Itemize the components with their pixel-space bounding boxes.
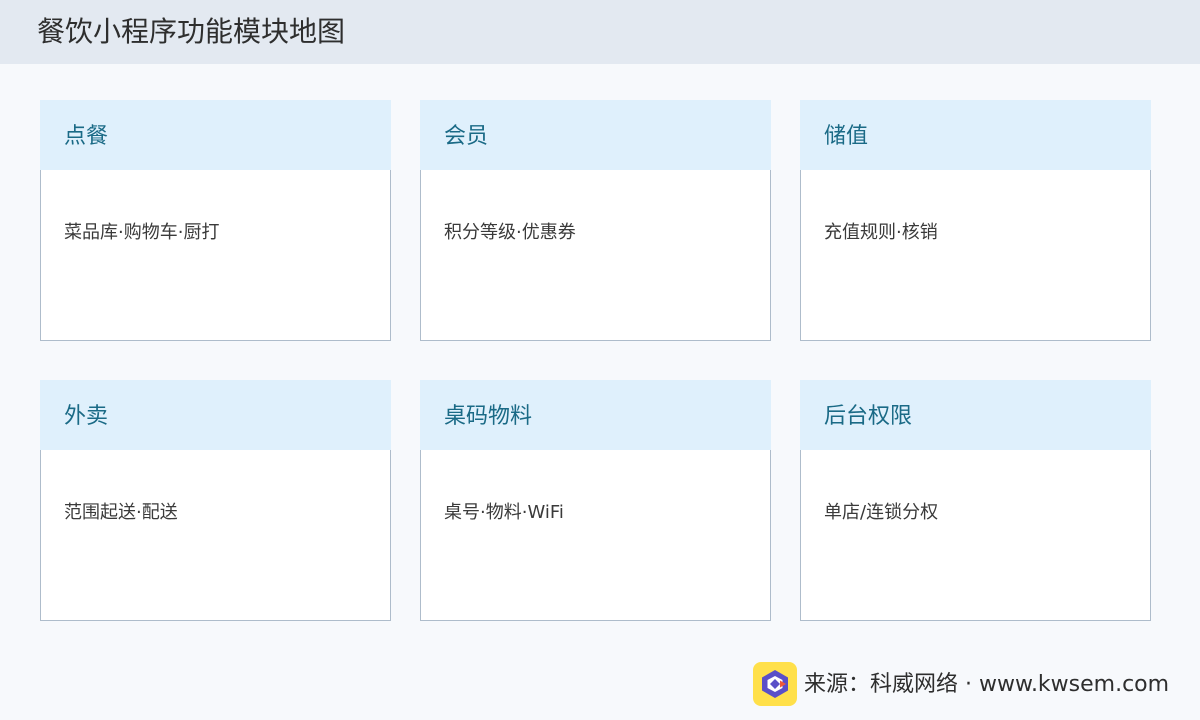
module-card-title: 点餐 [64,124,109,149]
kwsem-logo-mark [762,670,788,698]
page-title: 餐饮小程序功能模块地图 [37,15,346,48]
module-card-header: 点餐 [40,100,391,170]
module-card-header: 后台权限 [800,380,1151,450]
module-card-header: 外卖 [40,380,391,450]
module-card-title: 外卖 [64,404,109,429]
module-card-title: 桌码物料 [444,404,533,429]
module-grid: 点餐 菜品库·购物车·厨打 会员 积分等级·优惠券 储值 充值规则·核销 外卖 … [40,100,1151,621]
source-footer: 来源：科威网络 · www.kwsem.com [753,662,1193,706]
module-card-title: 会员 [444,124,489,149]
module-card-table-qr: 桌码物料 桌号·物料·WiFi [420,380,771,621]
module-card-description: 充值规则·核销 [824,222,938,243]
module-card-description: 单店/连锁分权 [824,502,939,523]
module-card-membership: 会员 积分等级·优惠券 [420,100,771,341]
module-card-ordering: 点餐 菜品库·购物车·厨打 [40,100,391,341]
module-card-description: 桌号·物料·WiFi [444,502,564,523]
module-card-stored-value: 储值 充值规则·核销 [800,100,1151,341]
module-card-delivery: 外卖 范围起送·配送 [40,380,391,621]
module-card-header: 会员 [420,100,771,170]
source-credit: 来源：科威网络 · www.kwsem.com [804,672,1170,697]
module-card-admin-permissions: 后台权限 单店/连锁分权 [800,380,1151,621]
page-header: 餐饮小程序功能模块地图 [0,0,1200,64]
module-card-description: 菜品库·购物车·厨打 [64,222,220,243]
module-card-description: 积分等级·优惠券 [444,222,576,243]
kwsem-logo-icon [753,662,797,706]
module-card-title: 储值 [824,124,869,149]
module-card-header: 桌码物料 [420,380,771,450]
module-card-header: 储值 [800,100,1151,170]
module-card-title: 后台权限 [824,404,913,429]
module-card-description: 范围起送·配送 [64,502,178,523]
